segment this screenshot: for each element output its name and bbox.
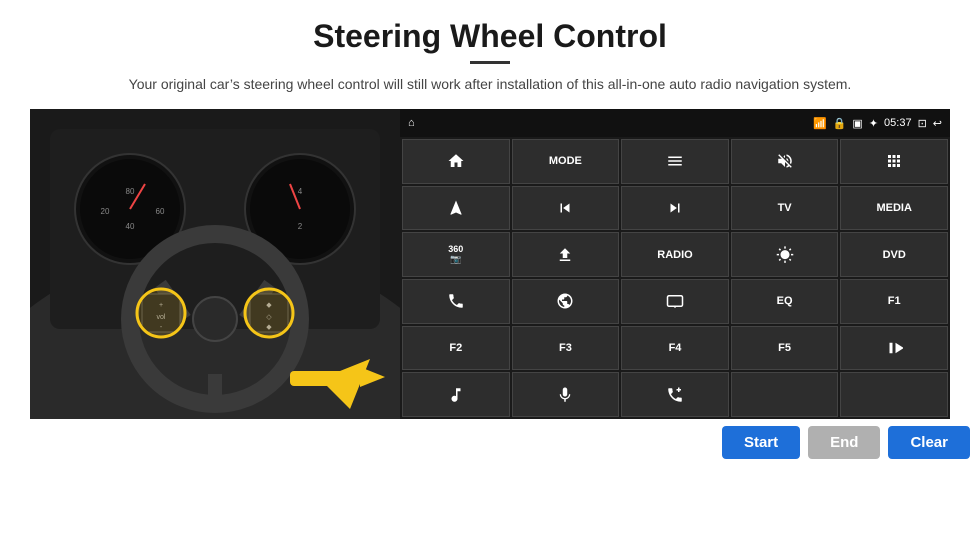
f5-button[interactable]: F5 <box>731 326 839 371</box>
tv-button[interactable]: TV <box>731 186 839 231</box>
eject-button[interactable] <box>512 232 620 277</box>
svg-text:40: 40 <box>126 222 135 231</box>
media-button[interactable]: MEDIA <box>840 186 948 231</box>
svg-text:80: 80 <box>126 187 135 196</box>
clear-button[interactable]: Clear <box>888 426 970 459</box>
answer-button[interactable] <box>621 372 729 417</box>
car-image: 80 40 20 60 4 2 <box>30 109 400 419</box>
bottom-bar: Start End Clear <box>0 419 980 465</box>
lock-icon: 🔒 <box>833 117 847 130</box>
f4-button[interactable]: F4 <box>621 326 729 371</box>
playpause-button[interactable] <box>840 326 948 371</box>
empty-cell-1 <box>731 372 839 417</box>
navigate-button[interactable] <box>402 186 510 231</box>
content-row: 80 40 20 60 4 2 <box>30 109 950 419</box>
home-button[interactable] <box>402 139 510 184</box>
f1-button[interactable]: F1 <box>840 279 948 324</box>
brightness-button[interactable] <box>731 232 839 277</box>
bt-icon: ✦ <box>869 117 878 130</box>
android-panel: ⌂ 📶 🔒 ▣ ✦ 05:37 ⊡ ↩ MODE <box>400 109 950 419</box>
mic-button[interactable] <box>512 372 620 417</box>
svg-text:60: 60 <box>156 207 165 216</box>
start-button[interactable]: Start <box>722 426 800 459</box>
next-button[interactable] <box>621 186 729 231</box>
button-grid: MODE TV <box>400 137 950 419</box>
mute-button[interactable] <box>731 139 839 184</box>
end-button[interactable]: End <box>808 426 880 459</box>
screenoff-button[interactable] <box>621 279 729 324</box>
f3-button[interactable]: F3 <box>512 326 620 371</box>
dvd-button[interactable]: DVD <box>840 232 948 277</box>
home-status-icon: ⌂ <box>408 117 415 129</box>
svg-text:20: 20 <box>101 207 110 216</box>
internet-button[interactable] <box>512 279 620 324</box>
screen-icon: ⊡ <box>918 117 927 130</box>
svg-text:2: 2 <box>298 222 303 231</box>
radio-button[interactable]: RADIO <box>621 232 729 277</box>
apps-button[interactable] <box>840 139 948 184</box>
phone-button[interactable] <box>402 279 510 324</box>
music-button[interactable] <box>402 372 510 417</box>
time-display: 05:37 <box>884 117 912 129</box>
cam360-button[interactable]: 360📷 <box>402 232 510 277</box>
mode-button[interactable]: MODE <box>512 139 620 184</box>
page-subtitle: Your original car’s steering wheel contr… <box>129 74 852 95</box>
status-right: 📶 🔒 ▣ ✦ 05:37 ⊡ ↩ <box>813 117 942 130</box>
status-bar: ⌂ 📶 🔒 ▣ ✦ 05:37 ⊡ ↩ <box>400 109 950 137</box>
eq-button[interactable]: EQ <box>731 279 839 324</box>
sim-icon: ▣ <box>852 117 862 130</box>
menu-button[interactable] <box>621 139 729 184</box>
svg-text:4: 4 <box>298 187 303 196</box>
back-icon: ↩ <box>933 117 942 130</box>
page-title: Steering Wheel Control <box>313 18 667 55</box>
prev-button[interactable] <box>512 186 620 231</box>
title-divider <box>470 61 510 64</box>
wifi-icon: 📶 <box>813 117 827 130</box>
empty-cell-2 <box>840 372 948 417</box>
status-left: ⌂ <box>408 117 415 129</box>
f2-button[interactable]: F2 <box>402 326 510 371</box>
